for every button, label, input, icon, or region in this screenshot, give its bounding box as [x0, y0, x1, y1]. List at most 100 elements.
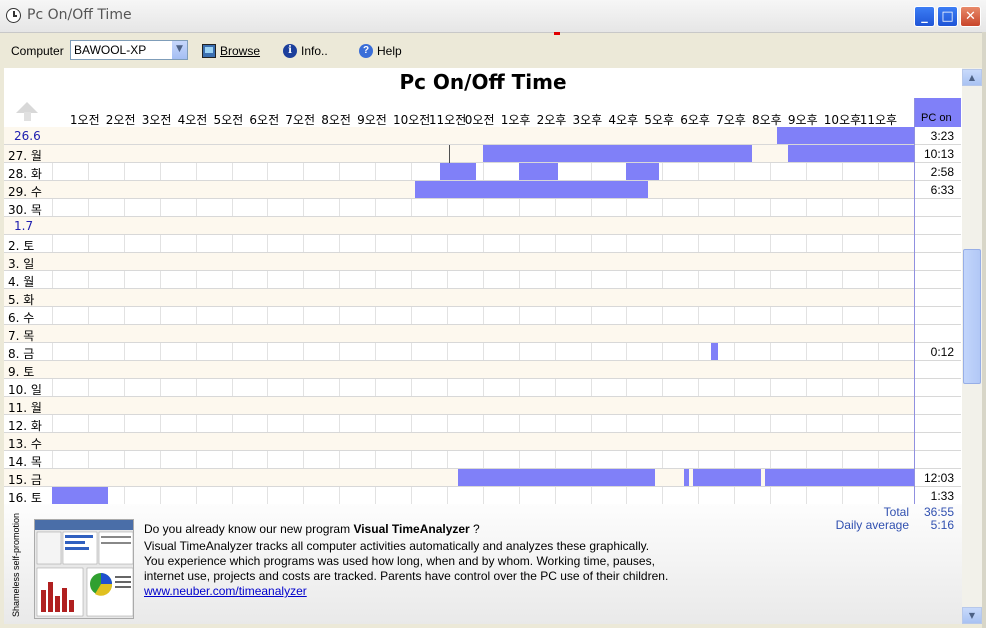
pc-on-value: [915, 361, 961, 379]
hour-label: 4오전: [177, 113, 208, 127]
maximize-button[interactable]: □: [937, 6, 958, 27]
hour-label: 3오후: [572, 113, 603, 127]
day-row: 11. 월: [4, 397, 914, 415]
pc-on-value: [915, 379, 961, 397]
day-label: 7. 목: [8, 329, 35, 343]
promo-line-1-prefix: Do you already know our new program: [144, 522, 354, 536]
day-label: 27. 월: [8, 149, 42, 163]
hour-label: 4오후: [608, 113, 639, 127]
pc-on-value: 6:33: [915, 181, 961, 199]
total-label: Total: [883, 505, 909, 519]
hour-label: 10오후: [823, 113, 862, 127]
session-bar[interactable]: [414, 181, 648, 198]
chevron-down-icon[interactable]: ▼: [171, 41, 187, 59]
promo-line-1: Do you already know our new program Visu…: [144, 522, 480, 536]
info-icon: i: [283, 44, 297, 58]
hour-label: 7오후: [716, 113, 746, 127]
day-label: 1.7: [14, 219, 34, 233]
session-bar[interactable]: [626, 163, 659, 180]
clock-icon: [6, 8, 21, 23]
pc-on-value: [915, 307, 961, 325]
session-bar[interactable]: [457, 469, 656, 486]
hour-label: 10오전: [393, 113, 431, 127]
product-screenshot-thumbnail[interactable]: [34, 519, 134, 619]
pc-on-value: 3:23: [915, 127, 961, 145]
session-bar[interactable]: [710, 343, 718, 360]
promo-line-3: You experience which programs was used h…: [144, 554, 655, 568]
hour-label: 8오전: [321, 113, 351, 127]
session-bar[interactable]: [692, 469, 762, 486]
promo-link[interactable]: www.neuber.com/timeanalyzer: [144, 584, 307, 598]
hour-label: 11오전: [428, 113, 467, 127]
day-row: 5. 화: [4, 289, 914, 307]
pc-on-value: [915, 217, 961, 235]
total-value: 36:55: [923, 505, 954, 519]
day-label: 9. 토: [8, 365, 35, 379]
day-label: 15. 금: [8, 473, 42, 487]
day-label: 29. 수: [8, 185, 42, 199]
session-bar[interactable]: [683, 469, 690, 486]
hour-label: 9오전: [357, 113, 387, 127]
day-label: 14. 목: [8, 455, 42, 469]
day-label: 12. 화: [8, 419, 42, 433]
day-label: 6. 수: [8, 311, 35, 325]
minimize-button[interactable]: _: [914, 6, 935, 27]
scroll-up-button[interactable]: ▲: [962, 69, 982, 86]
day-row: 16. 토: [4, 487, 914, 505]
day-label: 5. 화: [8, 293, 35, 307]
day-row: 3. 일: [4, 253, 914, 271]
close-button[interactable]: ✕: [960, 6, 981, 27]
session-tick: [448, 145, 450, 163]
pc-on-value: [915, 289, 961, 307]
hour-label: 6오전: [249, 113, 280, 127]
promo-line-2: Visual TimeAnalyzer tracks all computer …: [144, 539, 650, 553]
session-bar[interactable]: [482, 145, 753, 162]
pc-on-value: 10:13: [915, 145, 961, 163]
session-bar[interactable]: [787, 145, 914, 162]
session-bar[interactable]: [764, 469, 914, 486]
browse-button[interactable]: Browse: [202, 42, 260, 60]
report-heading: Pc On/Off Time: [399, 70, 567, 94]
hour-label: 2오후: [536, 113, 567, 127]
day-label: 28. 화: [8, 167, 42, 181]
day-label: 11. 월: [8, 401, 42, 415]
day-row: 7. 목: [4, 325, 914, 343]
title-bar: Pc On/Off Time _ □ ✕: [0, 0, 986, 33]
day-row: 2. 토: [4, 235, 914, 253]
promo-line-4: internet use, projects and costs are tra…: [144, 569, 669, 583]
hour-label: 0오전: [464, 113, 495, 127]
pc-on-value: 0:12: [915, 343, 961, 361]
daily-average-value: 5:16: [930, 518, 954, 532]
day-row: 6. 수: [4, 307, 914, 325]
up-arrow-stem: [24, 112, 31, 121]
day-row: 14. 목: [4, 451, 914, 469]
pc-on-value: [915, 235, 961, 253]
hour-label: 11오후: [859, 113, 898, 127]
session-bar[interactable]: [518, 163, 559, 180]
hour-label: 9오후: [787, 113, 818, 127]
computer-select[interactable]: BAWOOL-XP ▼: [70, 40, 188, 60]
hour-label: 1오후: [500, 113, 531, 127]
day-row: 4. 월: [4, 271, 914, 289]
hour-label: 8오후: [752, 113, 782, 127]
session-bar[interactable]: [439, 163, 476, 180]
session-bar[interactable]: [777, 127, 914, 144]
pc-on-value: [915, 451, 961, 469]
pc-on-value: [915, 325, 961, 343]
pc-on-value: [915, 433, 961, 451]
scroll-thumb[interactable]: [963, 249, 981, 384]
scroll-down-button[interactable]: ▼: [962, 607, 982, 624]
day-label: 8. 금: [8, 347, 35, 361]
info-button[interactable]: i Info..: [283, 42, 328, 60]
session-bar[interactable]: [52, 487, 108, 504]
pc-on-value: 2:58: [915, 163, 961, 181]
day-label: 3. 일: [8, 257, 35, 271]
promo-product-name: Visual TimeAnalyzer: [353, 522, 470, 536]
help-button[interactable]: ? Help: [359, 42, 402, 60]
day-label: 13. 수: [8, 437, 42, 451]
day-row: 8. 금: [4, 343, 914, 361]
hour-label: 6오후: [680, 113, 710, 127]
window-title: Pc On/Off Time: [27, 7, 132, 23]
day-row: 30. 목: [4, 199, 914, 217]
hour-label: 7오전: [285, 113, 316, 127]
